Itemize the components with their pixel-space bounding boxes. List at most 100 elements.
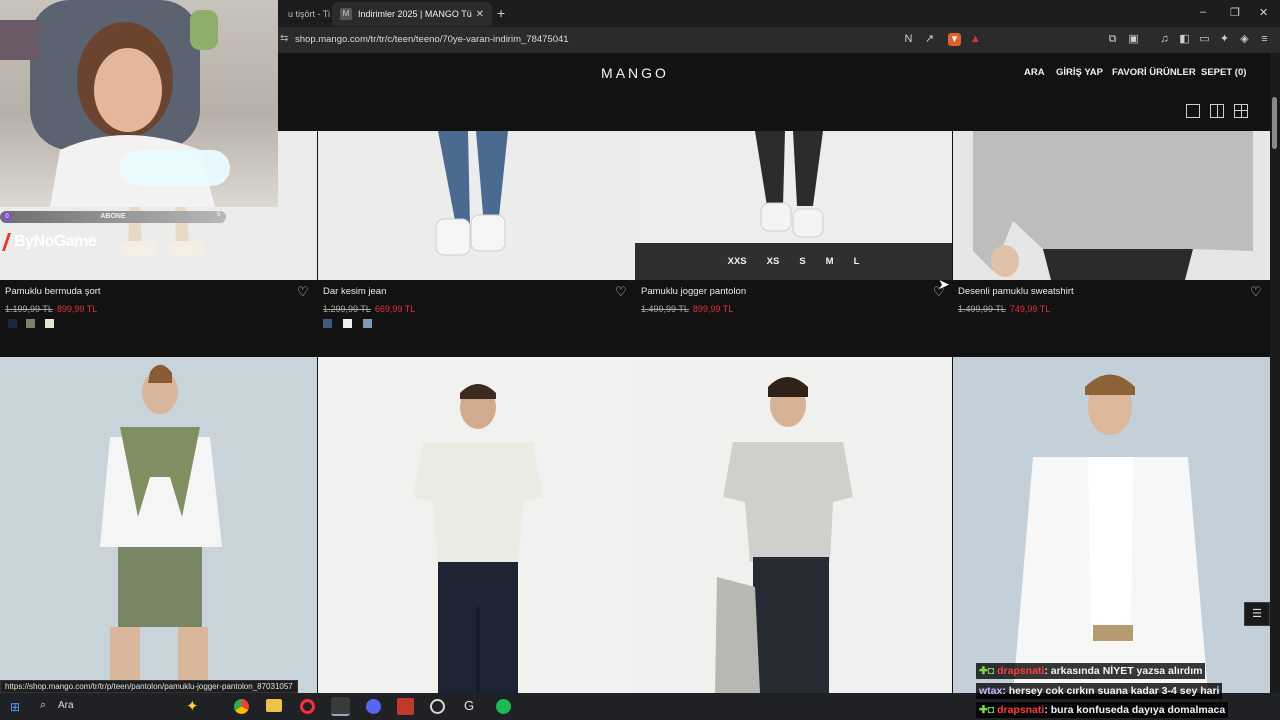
leo-ai-icon[interactable]: ✦ — [1218, 33, 1231, 46]
bynogame-brand: ByNoGame — [14, 233, 97, 250]
tab-label: Indirimler 2025 | MANGO Türkiye — [358, 9, 472, 19]
chat-text: : hersey cok cırkın suana kadar 3-4 sey … — [1002, 685, 1220, 697]
color-swatch[interactable] — [26, 319, 35, 328]
copilot-sparkle-icon[interactable]: ✦ — [186, 697, 199, 715]
sale-price: 749,99 TL — [1009, 304, 1051, 314]
product-image-sweatshirt[interactable] — [953, 131, 1270, 280]
product-image-outfit-grey[interactable] — [635, 357, 952, 693]
site-info-icon[interactable]: ⇆ — [280, 33, 288, 44]
product-name[interactable]: Desenli pamuklu sweatshirt — [958, 286, 1074, 297]
wallet-icon[interactable]: ▭ — [1198, 33, 1211, 46]
product-image-outfit-tee[interactable] — [318, 357, 635, 693]
size-option[interactable]: S — [799, 256, 805, 267]
sale-price: 669,99 TL — [374, 304, 416, 314]
media-icon[interactable]: ♫ — [1158, 33, 1171, 46]
size-selector: XXS XS S M L — [635, 243, 952, 280]
product-image-outfit-green[interactable] — [0, 357, 317, 693]
minimize-button[interactable]: – — [1200, 6, 1206, 18]
chat-username: drapsnati — [997, 665, 1045, 677]
chat-toggle-icon[interactable]: ☰ — [1244, 602, 1270, 626]
screenshot-icon[interactable]: ▣ — [1127, 33, 1140, 46]
brave-taskbar-icon[interactable] — [331, 697, 350, 716]
product-name[interactable]: Pamuklu bermuda şort — [5, 286, 101, 297]
brave-shield-icon[interactable]: ▾ — [948, 33, 961, 46]
page-scrollbar[interactable] — [1270, 53, 1280, 693]
tab-tshirt[interactable]: u tişört - Tip — [280, 2, 330, 26]
extensions-icon[interactable]: ⧉ — [1106, 33, 1119, 46]
size-option[interactable]: M — [826, 256, 834, 267]
color-swatch[interactable] — [8, 319, 17, 328]
search-icon[interactable]: ⌕ — [40, 699, 46, 712]
mango-favicon-icon: M — [340, 8, 352, 20]
size-option[interactable]: XS — [767, 256, 780, 267]
rewards-icon[interactable]: ▲ — [969, 33, 982, 46]
file-explorer-icon[interactable] — [266, 699, 282, 712]
product-name[interactable]: Pamuklu jogger pantolon — [641, 286, 746, 297]
product-price: 1.499,99 TL 749,99 TL — [958, 299, 1050, 317]
color-swatch[interactable] — [343, 319, 352, 328]
product-price: 1.499,99 TL 899,99 TL — [641, 299, 733, 317]
jeans-illustration — [435, 131, 508, 256]
sale-price: 899,99 TL — [692, 304, 734, 314]
chat-text: : arkasında NİYET yazsa alırdım — [1044, 665, 1203, 677]
nav-search[interactable]: ARA — [1024, 67, 1045, 78]
nav-login[interactable]: GİRİŞ YAP — [1056, 67, 1103, 78]
model-green-illustration — [100, 364, 222, 693]
nav-favorites[interactable]: FAVORİ ÜRÜNLER — [1112, 67, 1196, 78]
favorite-heart-icon[interactable]: ♡ — [1250, 284, 1262, 300]
chat-username: wtax — [979, 685, 1003, 697]
bynogame-logo-icon — [2, 233, 11, 251]
reader-icon[interactable]: N — [902, 33, 915, 46]
old-price: 1.499,99 TL — [641, 304, 689, 314]
chat-message: ✚◘ drapsnati: bura konfuseda dayıya doma… — [976, 702, 1229, 718]
color-swatch[interactable] — [363, 319, 372, 328]
view-grid-icon[interactable] — [1234, 104, 1248, 118]
nav-cart[interactable]: SEPET (0) — [1201, 67, 1246, 78]
model-grey-illustration — [715, 377, 853, 693]
view-single-icon[interactable] — [1186, 104, 1200, 118]
view-double-icon[interactable] — [1210, 104, 1224, 118]
restore-button[interactable]: ❐ — [1230, 6, 1240, 19]
sub-goal-start: 0 — [2, 212, 12, 222]
close-window-button[interactable]: ✕ — [1259, 6, 1268, 19]
product-price: 1.199,99 TL 899,99 TL — [5, 299, 97, 317]
favorite-heart-icon[interactable]: ♡ — [615, 284, 627, 300]
old-price: 1.199,99 TL — [5, 304, 53, 314]
app-icon[interactable] — [397, 698, 414, 715]
product-image-jean[interactable] — [318, 131, 635, 280]
opera-icon[interactable] — [300, 699, 315, 714]
chrome-icon[interactable] — [234, 699, 249, 714]
scrollbar-thumb[interactable] — [1272, 97, 1277, 149]
logitech-icon[interactable]: G — [464, 698, 474, 713]
product-price: 1.299,99 TL 669,99 TL — [323, 299, 415, 317]
spotify-icon[interactable] — [496, 699, 511, 714]
product-name[interactable]: Dar kesim jean — [323, 286, 386, 297]
chat-badge-icon: ✚◘ — [979, 665, 998, 677]
model-shirt-illustration — [1013, 374, 1208, 693]
share-icon[interactable]: ↗ — [923, 33, 936, 46]
old-price: 1.299,99 TL — [323, 304, 371, 314]
favorite-heart-icon[interactable]: ♡ — [297, 284, 309, 300]
product-image-outfit-shirt[interactable] — [953, 357, 1270, 693]
taskbar-search[interactable]: Ara — [58, 700, 74, 711]
new-tab-button[interactable]: + — [497, 5, 505, 21]
chat-username: drapsnati — [997, 704, 1045, 716]
color-swatch[interactable] — [45, 319, 54, 328]
size-option[interactable]: L — [854, 256, 860, 267]
size-option[interactable]: XXS — [728, 256, 747, 267]
sub-goal-target: 5 — [217, 212, 221, 218]
vpn-icon[interactable]: ◈ — [1238, 33, 1251, 46]
close-tab-icon[interactable]: ✕ — [476, 9, 484, 20]
sweatshirt-illustration — [973, 131, 1253, 280]
url-field[interactable]: shop.mango.com/tr/tr/c/teen/teeno/70ye-v… — [295, 34, 569, 45]
discord-icon[interactable] — [366, 699, 381, 714]
menu-icon[interactable]: ≡ — [1258, 33, 1271, 46]
chat-message: ✚◘ drapsnati: arkasında NİYET yazsa alır… — [976, 663, 1206, 679]
color-swatch[interactable] — [323, 319, 332, 328]
tab-mango-sale[interactable]: M Indirimler 2025 | MANGO Türkiye ✕ — [332, 2, 492, 26]
subscriber-goal-bar: ABONE — [0, 211, 226, 223]
obs-icon[interactable] — [430, 699, 445, 714]
link-preview: https://shop.mango.com/tr/tr/p/teen/pant… — [0, 680, 298, 693]
windows-start-icon[interactable]: ⊞ — [10, 700, 20, 714]
sidebar-icon[interactable]: ◧ — [1178, 33, 1191, 46]
